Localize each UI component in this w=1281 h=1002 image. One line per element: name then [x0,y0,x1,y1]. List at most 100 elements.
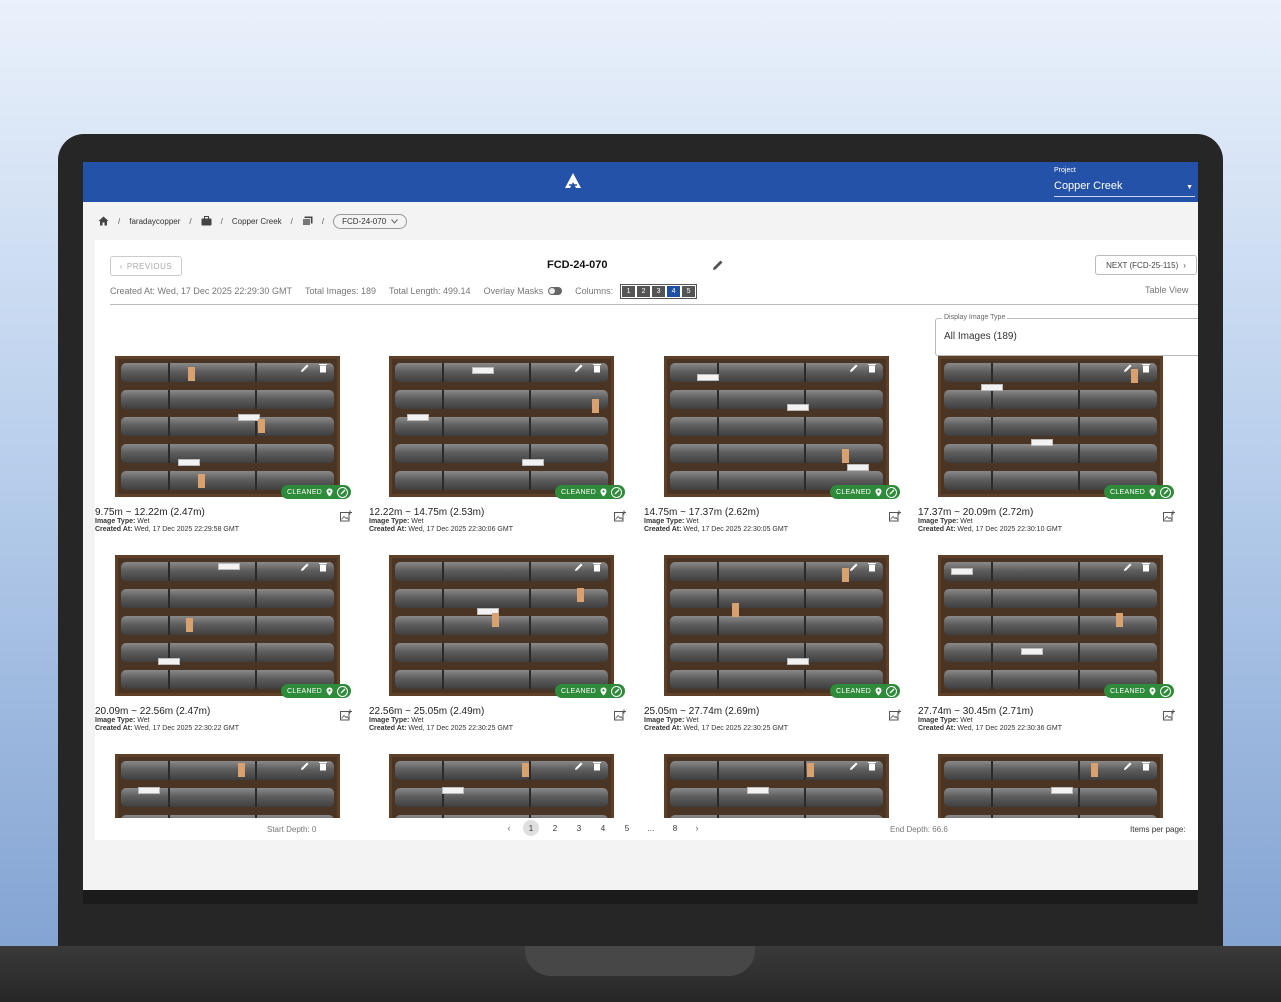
breadcrumb-org[interactable]: faradaycopper [129,217,180,226]
core-label-tag [238,763,245,777]
map-pin-icon [600,687,607,695]
edit-badge-icon[interactable] [886,685,898,697]
pencil-icon[interactable] [849,363,859,373]
trash-icon[interactable] [1141,562,1151,572]
app-logo-icon[interactable] [563,171,583,191]
trash-icon[interactable] [1141,363,1151,373]
edit-badge-icon[interactable] [611,486,623,498]
pagination-page[interactable]: 8 [667,820,683,836]
card-caption: 17.37m ~ 20.09m (2.72m) Image Type: Wet … [918,507,1186,534]
pencil-icon[interactable] [300,761,310,771]
created-at-value: Wed, 17 Dec 2025 22:30:22 GMT [134,725,239,732]
add-image-icon[interactable] [614,709,626,721]
pagination-prev-icon[interactable]: ‹ [503,823,515,833]
edit-badge-icon[interactable] [1160,486,1172,498]
core-box-thumbnail[interactable] [115,555,340,696]
pagination-page[interactable]: 5 [619,820,635,836]
end-depth: End Depth: 66.6 [890,825,948,834]
core-rows [944,562,1157,689]
add-image-icon[interactable] [1163,510,1175,522]
trash-icon[interactable] [592,562,602,572]
image-card: CLEANED 20.09m ~ 22.56m (2.47m) Image Ty… [95,555,369,745]
pagination-ellipsis: ... [647,823,655,833]
created-at-label: Created At: [95,725,133,732]
core-row [670,815,883,818]
trash-icon[interactable] [318,562,328,572]
core-label-tag [577,588,584,602]
core-box-thumbnail[interactable] [664,555,889,696]
core-label-tag [178,459,200,466]
core-label-tag [1091,763,1098,777]
trash-icon[interactable] [1141,761,1151,771]
pencil-icon[interactable] [1123,761,1133,771]
core-label-tag [442,787,464,794]
trash-icon[interactable] [592,363,602,373]
pencil-icon[interactable] [1123,562,1133,572]
core-row [395,643,608,662]
breadcrumb-project[interactable]: Copper Creek [232,217,282,226]
pagination-page[interactable]: 4 [595,820,611,836]
pencil-icon[interactable] [849,761,859,771]
edit-badge-icon[interactable] [611,685,623,697]
pagination-next-icon[interactable]: › [691,823,703,833]
core-box-thumbnail[interactable] [389,555,614,696]
pencil-icon[interactable] [849,562,859,572]
trash-icon[interactable] [318,363,328,373]
edit-badge-icon[interactable] [337,685,349,697]
image-type-label: Image Type: [95,518,136,525]
image-gallery-icon[interactable] [302,216,313,226]
core-box-thumbnail[interactable] [664,356,889,497]
thumbnail-tools [574,761,602,771]
add-image-icon[interactable] [340,709,352,721]
image-type-label: Image Type: [369,518,410,525]
pencil-icon[interactable] [574,562,584,572]
edit-badge-icon[interactable] [886,486,898,498]
pencil-icon[interactable] [300,363,310,373]
add-image-icon[interactable] [1163,709,1175,721]
created-at-line: Created At: Wed, 17 Dec 2025 22:30:25 GM… [644,725,912,733]
trash-icon[interactable] [867,363,877,373]
core-box-thumbnail[interactable] [938,555,1163,696]
pagination: ‹ 1 2 3 4 5... 8 › [503,820,703,836]
add-image-icon[interactable] [889,510,901,522]
trash-icon[interactable] [318,761,328,771]
core-rows [670,562,883,689]
core-row [121,417,334,436]
add-image-icon[interactable] [889,709,901,721]
core-label-tag [522,459,544,466]
pencil-icon[interactable] [574,363,584,373]
pencil-icon[interactable] [1123,363,1133,373]
image-type-label: Image Type: [644,717,685,724]
trash-icon[interactable] [592,761,602,771]
created-at-value: Wed, 17 Dec 2025 22:30:36 GMT [957,725,1062,732]
core-label-tag [1116,613,1123,627]
trash-icon[interactable] [867,562,877,572]
pagination-page[interactable]: 2 [547,820,563,836]
core-row [670,616,883,635]
briefcase-icon[interactable] [201,216,212,226]
add-image-icon[interactable] [614,510,626,522]
home-icon[interactable] [98,216,109,226]
created-at-label: Created At: [95,526,133,533]
image-type-label: Image Type: [95,717,136,724]
created-at-line: Created At: Wed, 17 Dec 2025 22:30:25 GM… [369,725,637,733]
pencil-icon[interactable] [300,562,310,572]
pagination-page[interactable]: 1 [523,820,539,836]
core-box-thumbnail[interactable] [389,356,614,497]
add-image-icon[interactable] [340,510,352,522]
edit-badge-icon[interactable] [337,486,349,498]
pagination-page[interactable]: 3 [571,820,587,836]
trash-icon[interactable] [867,761,877,771]
depth-range: 27.74m ~ 30.45m (2.71m) [918,706,1034,717]
project-select[interactable]: Project Copper Creek ▼ [1054,167,1195,197]
core-row [944,444,1157,463]
core-label-tag [258,419,265,433]
breadcrumb-hole-select[interactable]: FCD-24-070 [333,213,408,229]
chevron-down-icon [391,218,399,224]
core-box-thumbnail[interactable] [938,356,1163,497]
core-box-thumbnail[interactable] [115,356,340,497]
edit-badge-icon[interactable] [1160,685,1172,697]
pencil-icon[interactable] [574,761,584,771]
created-at-line: Created At: Wed, 17 Dec 2025 22:30:05 GM… [644,526,912,534]
map-pin-icon [875,687,882,695]
